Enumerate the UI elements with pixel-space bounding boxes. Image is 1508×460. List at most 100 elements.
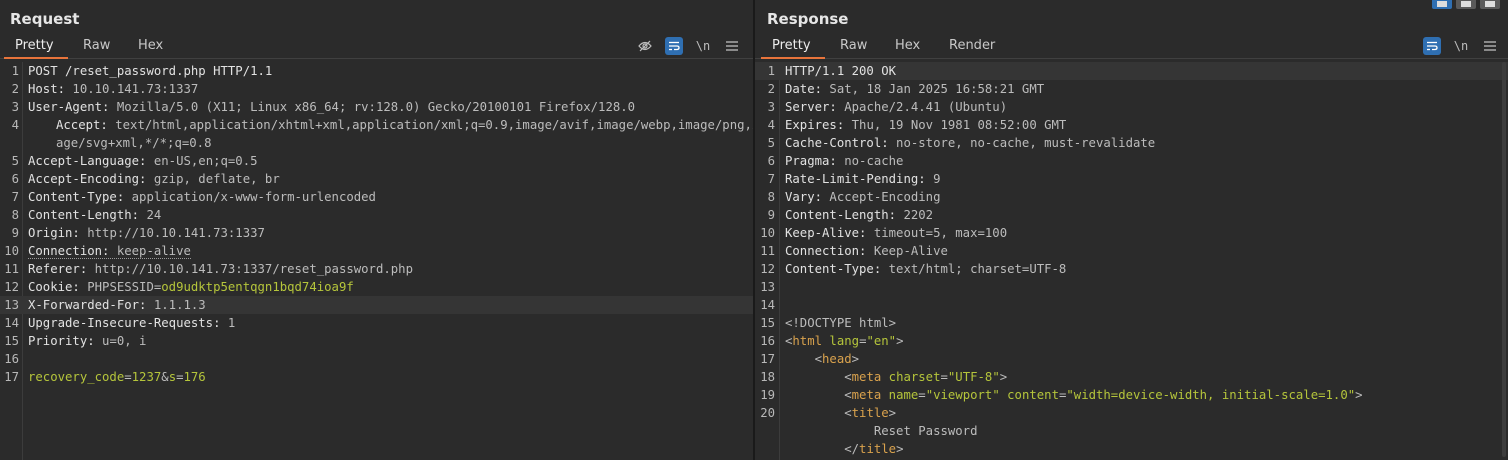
line-number: 9 xyxy=(11,226,19,240)
header-value: application/x-www-form-urlencoded xyxy=(124,190,376,204)
line-number: 12 xyxy=(760,262,775,276)
line-number: 15 xyxy=(4,334,19,348)
single-pane-icon[interactable] xyxy=(1480,0,1500,9)
request-line: 11 Referer: http://10.10.141.73:1337/rese… xyxy=(0,260,753,278)
html-source: <!DOCTYPE html> xyxy=(785,316,897,330)
hamburger-menu-icon[interactable] xyxy=(1481,37,1499,55)
hamburger-menu-icon[interactable] xyxy=(723,37,741,55)
line-number: 14 xyxy=(4,316,19,330)
request-line: 3 User-Agent: Mozilla/5.0 (X11; Linux x86… xyxy=(0,98,753,116)
response-title: Response xyxy=(767,10,849,28)
tab-response-render[interactable]: Render xyxy=(949,38,995,53)
header-name: Content-Length: xyxy=(28,208,140,222)
html-source: <meta name="viewport" content="width=dev… xyxy=(844,388,1363,402)
newline-toggle[interactable]: \n xyxy=(694,37,712,55)
line-number: 17 xyxy=(4,370,19,384)
split-columns-icon[interactable] xyxy=(1432,0,1452,9)
response-line: 13 xyxy=(755,278,1508,296)
line-number: 18 xyxy=(760,370,775,384)
header-value: gzip, deflate, br xyxy=(146,172,280,186)
html-source: Reset Password xyxy=(785,424,978,438)
request-line: 9 Origin: http://10.10.141.73:1337 xyxy=(0,224,753,242)
tab-response-hex[interactable]: Hex xyxy=(895,38,920,53)
header-value: text/html; charset=UTF-8 xyxy=(881,262,1067,276)
header-name: Cache-Control: xyxy=(785,136,889,150)
line-number: 7 xyxy=(767,172,775,186)
wrap-icon[interactable] xyxy=(1423,37,1441,55)
response-line: 8 Vary: Accept-Encoding xyxy=(755,188,1508,206)
line-number: 9 xyxy=(767,208,775,222)
request-line: 7 Content-Type: application/x-www-form-ur… xyxy=(0,188,753,206)
header-value: u=0, i xyxy=(94,334,147,348)
header-name: Rate-Limit-Pending: xyxy=(785,172,926,186)
tab-request-hex[interactable]: Hex xyxy=(138,38,163,53)
line-number: 6 xyxy=(11,172,19,186)
newline-toggle[interactable]: \n xyxy=(1452,37,1470,55)
line-number: 16 xyxy=(760,334,775,348)
eye-slash-icon[interactable] xyxy=(636,37,654,55)
request-editor[interactable]: 1 POST /reset_password.php HTTP/1.1 2 Host… xyxy=(0,62,753,460)
response-editor[interactable]: 1 HTTP/1.1 200 OK 2 Date: Sat, 18 Jan 2025… xyxy=(755,62,1508,460)
active-tab-indicator xyxy=(761,57,825,59)
response-html-line: Reset Password xyxy=(755,422,1508,440)
active-tab-indicator xyxy=(4,57,68,59)
header-value: Thu, 19 Nov 1981 08:52:00 GMT xyxy=(844,118,1067,132)
header-value: no-cache xyxy=(836,154,904,168)
response-line: 14 xyxy=(755,296,1508,314)
response-html-line: 16 <html lang="en"> xyxy=(755,332,1508,350)
header-value: 1 xyxy=(220,316,236,330)
param-value: 1237 xyxy=(131,370,162,384)
response-line: 11 Connection: Keep-Alive xyxy=(755,242,1508,260)
header-name: User-Agent: xyxy=(28,100,110,114)
header-value: Accept-Encoding xyxy=(822,190,941,204)
line-number: 11 xyxy=(4,262,19,276)
request-line: 2 Host: 10.10.141.73:1337 xyxy=(0,80,753,98)
response-line: 7 Rate-Limit-Pending: 9 xyxy=(755,170,1508,188)
response-line: 12 Content-Type: text/html; charset=UTF-8 xyxy=(755,260,1508,278)
request-line-highlighted: 13 X-Forwarded-For: 1.1.1.3 xyxy=(0,296,753,314)
request-title: Request xyxy=(10,10,80,28)
line-number: 16 xyxy=(4,352,19,366)
line-number: 8 xyxy=(11,208,19,222)
header-name: Expires: xyxy=(785,118,845,132)
header-value: keep-alive xyxy=(109,244,191,258)
request-line: 1 POST /reset_password.php HTTP/1.1 xyxy=(0,62,753,80)
line-number: 5 xyxy=(767,136,775,150)
header-name: Accept-Encoding: xyxy=(28,172,147,186)
header-name: Content-Type: xyxy=(785,262,882,276)
header-value: 10.10.141.73:1337 xyxy=(65,82,199,96)
response-line: 10 Keep-Alive: timeout=5, max=100 xyxy=(755,224,1508,242)
layout-toggle-group xyxy=(1432,0,1500,9)
response-html-line: </title> xyxy=(755,440,1508,458)
header-name: Upgrade-Insecure-Requests: xyxy=(28,316,221,330)
response-scrollbar[interactable] xyxy=(1502,62,1506,457)
header-value: http://10.10.141.73:1337 xyxy=(79,226,265,240)
header-name: X-Forwarded-For: xyxy=(28,298,147,312)
tab-response-raw[interactable]: Raw xyxy=(840,38,867,53)
line-number: 6 xyxy=(767,154,775,168)
line-number: 20 xyxy=(760,406,775,420)
response-html-line: 17 <head> xyxy=(755,350,1508,368)
html-source: <head> xyxy=(814,352,860,366)
header-name: Cookie: xyxy=(28,280,80,294)
line-number: 8 xyxy=(767,190,775,204)
param-equals: = xyxy=(176,370,184,384)
response-tabbar: Pretty Raw Hex Render \n xyxy=(755,34,1508,59)
tab-request-pretty[interactable]: Pretty xyxy=(15,38,54,53)
header-value: http://10.10.141.73:1337/reset_password.… xyxy=(87,262,413,276)
line-number: 11 xyxy=(760,244,775,258)
line-number: 4 xyxy=(11,118,19,132)
request-line-text: POST /reset_password.php HTTP/1.1 xyxy=(28,64,273,78)
header-name: Server: xyxy=(785,100,837,114)
line-number: 12 xyxy=(4,280,19,294)
tab-request-raw[interactable]: Raw xyxy=(83,38,110,53)
header-value: 9 xyxy=(925,172,941,186)
header-value: en-US,en;q=0.5 xyxy=(146,154,258,168)
header-value: PHPSESSID= xyxy=(79,280,162,294)
request-line: 16 xyxy=(0,350,753,368)
wrap-icon[interactable] xyxy=(665,37,683,55)
request-line: 15 Priority: u=0, i xyxy=(0,332,753,350)
split-rows-icon[interactable] xyxy=(1456,0,1476,9)
tab-response-pretty[interactable]: Pretty xyxy=(772,38,811,53)
line-number: 1 xyxy=(11,64,19,78)
